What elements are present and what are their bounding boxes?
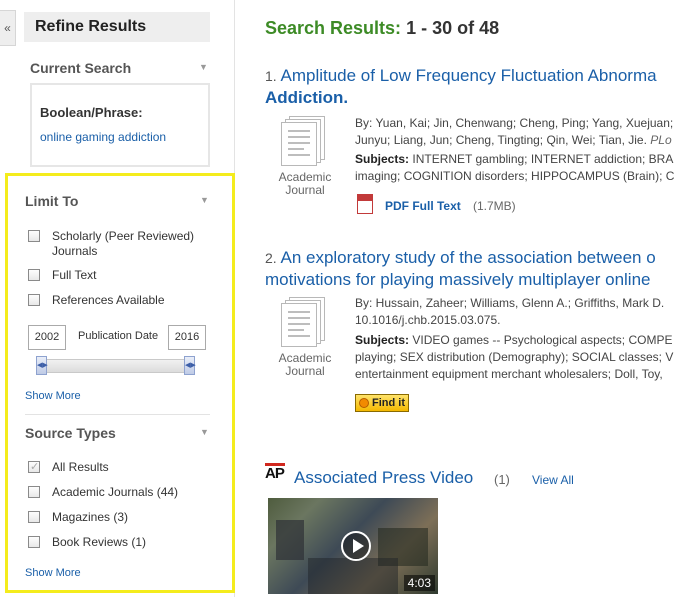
- play-icon[interactable]: [341, 531, 371, 561]
- scholarly-label: Scholarly (Peer Reviewed) Journals: [52, 229, 195, 258]
- limit-scholarly-option[interactable]: Scholarly (Peer Reviewed) Journals: [28, 229, 208, 259]
- source-academic-journals-option[interactable]: Academic Journals (44): [28, 485, 178, 500]
- result-2-authors: By: Hussain, Zaheer; Williams, Glenn A.;…: [355, 295, 664, 329]
- result-title-text: Addiction.: [265, 88, 349, 107]
- result-2-subjects: Subjects: VIDEO games -- Psychological a…: [355, 332, 673, 383]
- current-search-title[interactable]: Current Search: [30, 60, 131, 76]
- result-title-text: Amplitude of Low Frequency Fluctuation A…: [280, 66, 657, 85]
- full-text-label: Full Text: [52, 268, 97, 282]
- ap-logo-text: AP: [265, 465, 285, 482]
- refine-results-header: Refine Results: [24, 12, 210, 42]
- result-2-type: Academic Journal: [278, 351, 332, 378]
- references-label: References Available: [52, 293, 165, 307]
- subjects-line: entertainment equipment merchant wholesa…: [355, 367, 663, 381]
- pub-date-slider-track[interactable]: [38, 359, 194, 373]
- result-title-text: motivations for playing massively multip…: [265, 270, 651, 289]
- source-all-results-option[interactable]: All Results: [28, 460, 109, 475]
- results-heading: Search Results: 1 - 30 of 48: [265, 18, 499, 39]
- source-book-reviews-option[interactable]: Book Reviews (1): [28, 535, 146, 550]
- academic-journals-checkbox[interactable]: [28, 486, 40, 498]
- pub-date-from-input[interactable]: 2002: [28, 325, 66, 350]
- journal-name: PLo: [650, 133, 672, 147]
- thumbnail-shape: [308, 558, 398, 594]
- source-magazines-option[interactable]: Magazines (3): [28, 510, 128, 525]
- result-1-subjects: Subjects: INTERNET gambling; INTERNET ad…: [355, 151, 674, 185]
- result-1-title-continued[interactable]: Addiction.: [265, 87, 348, 109]
- all-results-checkbox[interactable]: [28, 460, 40, 473]
- boolean-phrase-label: Boolean/Phrase:: [40, 105, 143, 120]
- subjects-line: Subjects: VIDEO games -- Psychological a…: [355, 332, 673, 349]
- subjects-line: playing; SEX distribution (Demography); …: [355, 350, 674, 364]
- authors-line: By: Hussain, Zaheer; Williams, Glenn A.;…: [355, 296, 665, 310]
- result-1-authors: By: Yuan, Kai; Jin, Chenwang; Cheng, Pin…: [355, 115, 673, 149]
- view-all-link[interactable]: View All: [532, 473, 574, 487]
- video-thumbnail[interactable]: 4:03: [268, 498, 438, 594]
- scholarly-checkbox[interactable]: [28, 230, 40, 242]
- result-number: 2.: [265, 250, 277, 266]
- all-results-label: All Results: [52, 460, 109, 474]
- result-1-type: Academic Journal: [278, 170, 332, 197]
- limit-show-more-link[interactable]: Show More: [25, 390, 81, 402]
- thumbnail-shape: [276, 520, 304, 560]
- pdf-size: (1.7MB): [473, 199, 516, 213]
- academic-journals-label: Academic Journals (44): [52, 485, 179, 499]
- collapse-sidebar-button[interactable]: «: [0, 10, 16, 46]
- find-it-button[interactable]: Find it: [355, 394, 409, 412]
- results-count: 1 - 30 of 48: [406, 18, 500, 38]
- subjects-label: Subjects:: [355, 152, 410, 166]
- current-search-box: Boolean/Phrase: online gaming addiction: [30, 83, 210, 167]
- section-divider: [25, 414, 210, 415]
- publication-date-label: Publication Date: [78, 330, 159, 342]
- authors-line: Junyu; Liang, Jun; Cheng, Tingting; Qin,…: [355, 132, 673, 149]
- limit-references-option[interactable]: References Available: [28, 293, 165, 308]
- references-checkbox[interactable]: [28, 294, 40, 306]
- result-1-title-link[interactable]: 1. Amplitude of Low Frequency Fluctuatio…: [265, 65, 657, 87]
- pub-date-slider-handle-right[interactable]: ◀▶: [184, 356, 196, 375]
- search-term-link[interactable]: online gaming addiction: [40, 130, 200, 144]
- authors-text: Junyu; Liang, Jun; Cheng, Tingting; Qin,…: [355, 133, 647, 147]
- subjects-line: imaging; COGNITION disorders; HIPPOCAMPU…: [355, 169, 674, 183]
- subjects-text: INTERNET gambling; INTERNET addiction; B…: [412, 152, 674, 166]
- limit-panel-highlight: Limit To ▼ Scholarly (Peer Reviewed) Jou…: [5, 173, 235, 593]
- chevron-down-icon[interactable]: ▼: [200, 427, 209, 437]
- video-duration: 4:03: [403, 575, 435, 591]
- subjects-label: Subjects:: [355, 333, 410, 347]
- results-main: Search Results: 1 - 30 of 48 1. Amplitud…: [265, 0, 674, 597]
- academic-journal-icon: [281, 297, 327, 347]
- result-number: 1.: [265, 68, 277, 84]
- double-chevron-left-icon: «: [4, 21, 11, 35]
- ap-logo-icon: AP: [265, 463, 287, 481]
- magazines-checkbox[interactable]: [28, 511, 40, 523]
- find-it-label: Find it: [372, 397, 405, 409]
- limit-to-title[interactable]: Limit To: [25, 193, 78, 209]
- ap-video-title-link[interactable]: Associated Press Video: [294, 468, 473, 488]
- find-it-icon: [359, 398, 369, 408]
- pub-date-to-input[interactable]: 2016: [168, 325, 206, 350]
- full-text-checkbox[interactable]: [28, 269, 40, 281]
- authors-line: 10.1016/j.chb.2015.03.075.: [355, 313, 501, 327]
- magazines-label: Magazines (3): [52, 510, 129, 524]
- chevron-down-icon[interactable]: ▼: [199, 62, 208, 72]
- source-types-title[interactable]: Source Types: [25, 425, 116, 441]
- subjects-text: VIDEO games -- Psychological aspects; CO…: [412, 333, 673, 347]
- academic-journal-icon: [281, 116, 327, 166]
- chevron-down-icon[interactable]: ▼: [200, 195, 209, 205]
- limit-full-text-option[interactable]: Full Text: [28, 268, 96, 283]
- pdf-full-text-link[interactable]: PDF Full Text: [385, 199, 461, 213]
- results-heading-label: Search Results:: [265, 18, 402, 38]
- book-reviews-label: Book Reviews (1): [52, 535, 147, 549]
- ap-video-count: (1): [494, 472, 510, 487]
- book-reviews-checkbox[interactable]: [28, 536, 40, 548]
- result-title-text: An exploratory study of the association …: [280, 248, 656, 267]
- source-show-more-link[interactable]: Show More: [25, 567, 81, 579]
- authors-line: By: Yuan, Kai; Jin, Chenwang; Cheng, Pin…: [355, 116, 674, 130]
- result-2-title-continued[interactable]: motivations for playing massively multip…: [265, 269, 651, 291]
- result-2-title-link[interactable]: 2. An exploratory study of the associati…: [265, 247, 656, 269]
- pub-date-slider-handle-left[interactable]: ◀▶: [36, 356, 48, 375]
- page-root: « Refine Results Current Search ▼ Boolea…: [0, 0, 674, 597]
- pdf-icon[interactable]: [357, 194, 373, 214]
- subjects-line: Subjects: INTERNET gambling; INTERNET ad…: [355, 151, 674, 168]
